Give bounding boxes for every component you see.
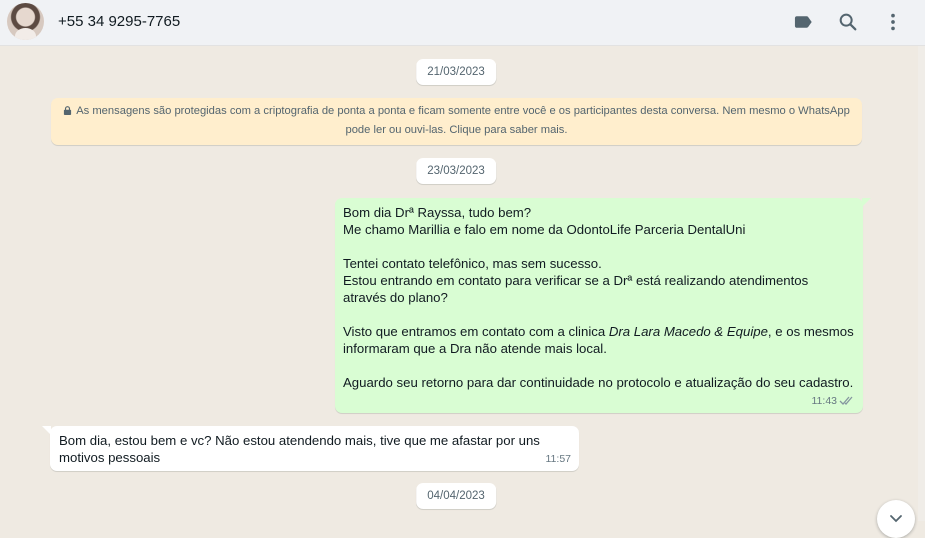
- message-list: 21/03/2023 As mensagens são protegidas c…: [0, 46, 918, 521]
- date-separator: 04/04/2023: [416, 483, 496, 509]
- message-line: Bom dia, estou bem e vc? Não estou atend…: [59, 433, 540, 465]
- contact-name[interactable]: +55 34 9295-7765: [58, 13, 180, 30]
- chevron-down-icon: [890, 515, 902, 523]
- message-line: Me chamo Marillia e falo em nome da Odon…: [343, 222, 746, 237]
- message-line: Bom dia Drª Rayssa, tudo bem?: [343, 205, 532, 220]
- date-separator: 21/03/2023: [416, 59, 496, 85]
- encryption-notice-text-1: As mensagens são protegidas com a cripto…: [76, 105, 850, 117]
- contact-avatar[interactable]: [7, 3, 44, 40]
- message-time: 11:43: [811, 395, 838, 407]
- message-line: Visto que entramos em contato com a clin…: [343, 323, 855, 357]
- outgoing-message[interactable]: Bom dia Drª Rayssa, tudo bem? Me chamo M…: [335, 198, 871, 413]
- clinic-name: Dra Lara Macedo & Equipe: [608, 324, 768, 339]
- chat-header: +55 34 9295-7765: [0, 0, 925, 46]
- lock-icon: [64, 106, 72, 115]
- double-check-icon: [839, 396, 853, 405]
- incoming-message[interactable]: Bom dia, estou bem e vc? Não estou atend…: [42, 426, 579, 471]
- message-line: Aguardo seu retorno para dar continuidad…: [343, 375, 854, 390]
- message-text: Visto que entramos em contato com a clin…: [343, 324, 609, 339]
- search-icon[interactable]: [837, 11, 859, 33]
- date-separator: 23/03/2023: [416, 158, 496, 184]
- scroll-down-button[interactable]: [877, 500, 915, 538]
- message-line: Tentei contato telefônico, mas sem suces…: [343, 256, 602, 271]
- menu-dots-icon[interactable]: [882, 11, 904, 33]
- scrollbar[interactable]: [918, 46, 925, 521]
- encryption-notice-text-2: pode ler ou ouvi-las. Clique para saber …: [345, 124, 568, 136]
- bubble-tail: [42, 426, 51, 435]
- encryption-notice[interactable]: As mensagens são protegidas com a cripto…: [51, 98, 862, 145]
- bubble-tail: [862, 198, 871, 207]
- label-icon[interactable]: [792, 11, 814, 33]
- message-line: Estou entrando em contato para verificar…: [343, 273, 809, 305]
- message-meta: 11:43: [812, 393, 856, 410]
- message-time: 11:57: [545, 453, 572, 465]
- encryption-notice-line: As mensagens são protegidas com a cripto…: [51, 102, 862, 121]
